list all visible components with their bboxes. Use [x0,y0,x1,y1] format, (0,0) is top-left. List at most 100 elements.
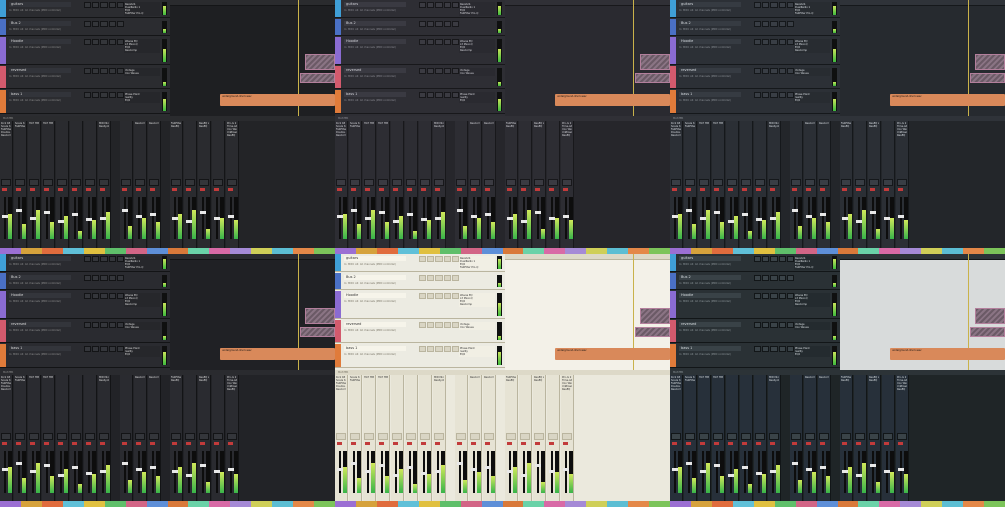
pan-knob[interactable] [199,179,209,186]
solo-button[interactable] [762,92,770,98]
mixer-strip[interactable]: ReaEQ 2ReaEQclean-fifth [198,374,211,507]
mute-button[interactable] [419,345,427,352]
mute-button[interactable] [754,255,762,262]
io-button[interactable] [451,292,460,299]
volume-fader[interactable] [756,450,762,493]
mixer-strip[interactable]: Snare 6FabFilter Pro-Qdrum-stripes [14,374,27,507]
record-arm-button[interactable] [686,441,691,445]
mixer-strip[interactable]: Pro-G 2Time-AdjustIron WavesUnBlownReaEQ… [561,374,574,507]
pan-knob[interactable] [713,179,723,186]
fx-button[interactable] [100,274,108,281]
solo-button[interactable] [762,292,770,299]
volume-fader[interactable] [770,450,776,493]
pan-knob[interactable] [1,179,11,186]
fx-slot[interactable]: HAT 7B6 ra [364,376,374,379]
solo-button[interactable] [92,345,100,352]
volume-fader[interactable] [856,197,862,239]
record-arm-button[interactable] [172,441,177,445]
fx-button[interactable] [435,68,443,74]
pan-knob[interactable] [1,432,11,440]
record-arm-button[interactable] [186,441,191,445]
fx-button[interactable] [435,345,443,352]
mixer-strip[interactable]: ReaCompBass Saturator [469,374,482,507]
volume-fader[interactable] [351,450,357,493]
volume-fader[interactable] [756,197,762,239]
pan-knob[interactable] [392,432,402,440]
fx-slot[interactable]: Iron Waves [125,72,159,75]
volume-fader[interactable] [842,197,848,239]
fx-slot[interactable]: ReaEQ [534,125,544,128]
fx-slot[interactable]: ReaComp [125,303,159,306]
solo-button[interactable] [427,255,435,262]
record-arm-button[interactable] [100,188,105,191]
fx-slot[interactable]: EQ2 [795,99,829,102]
fx-slot[interactable]: ReaComp [135,376,145,379]
mixer-strip[interactable]: MIDI Note FiReaSynthDrumSandbox [433,121,446,254]
pan-knob[interactable] [85,432,95,440]
track-name[interactable]: guitars [344,2,406,7]
mute-button[interactable] [419,68,427,74]
pan-knob[interactable] [350,432,360,440]
arm-button[interactable] [778,92,786,98]
timeline-ruler[interactable] [170,0,335,6]
io-button[interactable] [451,274,460,281]
mixer-strip[interactable]: drum-reverse [419,121,432,254]
record-arm-button[interactable] [884,188,889,191]
mute-button[interactable] [754,68,762,74]
record-arm-button[interactable] [507,441,512,445]
io-button[interactable] [451,39,460,45]
pan-knob[interactable] [897,432,907,440]
record-arm-button[interactable] [337,188,342,191]
volume-fader[interactable] [700,197,706,239]
fx-slot[interactable]: ReaSynth [769,125,779,128]
volume-fader[interactable] [150,197,156,239]
mixer-strip[interactable]: FX Snare [455,121,468,254]
media-item[interactable]: underground-drum.wav [555,347,670,360]
pan-knob[interactable] [791,432,801,440]
record-arm-button[interactable] [200,188,205,191]
mixer-strip[interactable]: FX Snare [790,374,803,507]
record-arm-button[interactable] [457,188,462,191]
pan-knob[interactable] [420,432,430,440]
fx-slot[interactable]: HAT 7B6 ra [364,122,374,125]
volume-fader[interactable] [820,450,826,493]
timeline-ruler[interactable] [170,253,335,260]
solo-button[interactable] [427,345,435,352]
arm-button[interactable] [778,39,786,45]
fx-button[interactable] [770,21,778,27]
mixer-strip[interactable]: Snare 6FabFilter Pro-Qdrum-stripes [349,374,362,507]
arm-button[interactable] [108,292,116,299]
fx-button[interactable] [100,255,108,262]
volume-fader[interactable] [407,450,413,493]
solo-button[interactable] [762,2,770,8]
fx-button[interactable] [770,292,778,299]
fx-slot[interactable]: Iron Waves [460,326,494,329]
pan-knob[interactable] [755,432,765,440]
fx-slot[interactable]: ReaComp [135,122,145,125]
volume-fader[interactable] [742,450,748,493]
mixer-strip[interactable]: Tgt-mrf [70,121,83,254]
volume-fader[interactable] [150,450,156,493]
arm-button[interactable] [443,345,451,352]
record-arm-button[interactable] [507,188,512,191]
arm-button[interactable] [778,2,786,8]
fx-slot[interactable]: FabFilter Pro-Q [460,12,494,15]
record-arm-button[interactable] [672,188,677,191]
pan-knob[interactable] [71,179,81,186]
record-arm-button[interactable] [214,188,219,191]
selected-item[interactable] [640,54,670,70]
volume-fader[interactable] [884,450,890,493]
fx-button[interactable] [770,274,778,281]
track-name[interactable]: bass 1 [679,345,741,351]
pan-knob[interactable] [883,432,893,440]
track-row[interactable]: guitars In: MIDI: All: All channels (MIDI… [0,0,170,18]
fx-button[interactable] [770,321,778,328]
fx-slot[interactable]: FabFilter Pro-Q [350,379,360,382]
mixer-strip[interactable]: HAT 7B6 raKick 1B [28,374,41,507]
record-arm-button[interactable] [351,188,356,191]
track-name[interactable]: bass 1 [679,92,741,97]
fx-button[interactable] [770,39,778,45]
pan-knob[interactable] [506,179,516,186]
io-button[interactable] [451,321,460,328]
fx-slot[interactable]: FabFilter Pro-Q [15,125,25,128]
